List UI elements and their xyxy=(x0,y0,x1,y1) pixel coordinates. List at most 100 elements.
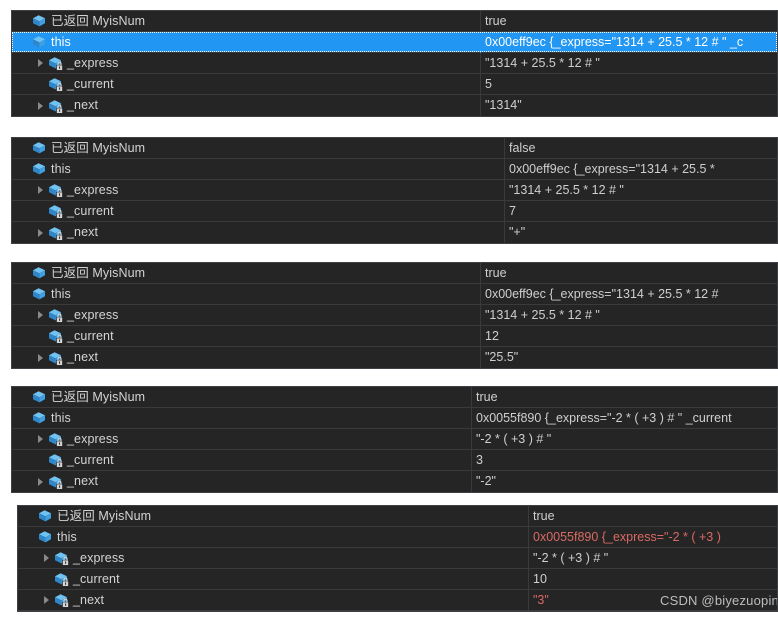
variable-name-cell[interactable]: _current xyxy=(18,569,528,590)
variable-value-cell[interactable]: true xyxy=(528,506,777,527)
variable-name-cell[interactable]: _express xyxy=(18,548,528,569)
variable-value-cell[interactable]: 0x0055f890 {_express="-2 * ( +3 ) # " _c… xyxy=(471,407,777,429)
debugger-variables-panel[interactable]: 已返回 MyisNum true this 0x00eff9ec {_express=… xyxy=(11,10,778,117)
variable-row[interactable]: 已返回 MyisNum false xyxy=(12,138,777,159)
variable-value-cell[interactable]: "3" xyxy=(528,589,777,611)
variable-row[interactable]: this 0x0055f890 {_express="-2 * ( +3 ) xyxy=(18,526,777,548)
variable-value-cell[interactable]: "25.5" xyxy=(480,347,777,368)
variable-row[interactable]: _express "1314 + 25.5 * 12 # " xyxy=(12,179,777,201)
private-field-cube-icon xyxy=(47,76,63,92)
variable-name-cell[interactable]: _next xyxy=(18,590,528,611)
variable-value-cell[interactable]: "1314 + 25.5 * 12 # " xyxy=(480,52,777,74)
variable-name-cell[interactable]: this xyxy=(12,159,504,180)
variable-value-cell[interactable]: "+" xyxy=(504,222,777,243)
debugger-variables-panel[interactable]: 已返回 MyisNum true this 0x0055f890 {_express=… xyxy=(11,386,778,493)
expand-chevron-icon[interactable] xyxy=(34,222,47,243)
variable-name-cell[interactable]: _current xyxy=(12,74,480,95)
expand-chevron-icon[interactable] xyxy=(34,95,47,116)
variable-name-cell[interactable]: this xyxy=(12,408,471,429)
variable-row[interactable]: 已返回 MyisNum true xyxy=(12,387,777,408)
variable-name-cell[interactable]: _current xyxy=(12,326,480,347)
variable-row[interactable]: _express "1314 + 25.5 * 12 # " xyxy=(12,52,777,74)
variable-name-label: 已返回 MyisNum xyxy=(57,508,152,523)
variable-value-cell[interactable]: 0x00eff9ec {_express="1314 + 25.5 * 12 #… xyxy=(480,31,777,53)
variable-name-cell[interactable]: 已返回 MyisNum xyxy=(12,11,480,32)
variable-row[interactable]: this 0x00eff9ec {_express="1314 + 25.5 * … xyxy=(12,283,777,305)
variable-value-cell[interactable]: true xyxy=(471,387,777,408)
variable-name-cell[interactable]: _next xyxy=(12,95,480,116)
variable-value-cell[interactable]: "1314 + 25.5 * 12 # " xyxy=(504,179,777,201)
expand-chevron-icon[interactable] xyxy=(34,471,47,492)
variable-row[interactable]: 已返回 MyisNum true xyxy=(18,506,777,527)
variable-value-cell[interactable]: true xyxy=(480,263,777,284)
variable-row[interactable]: _current 12 xyxy=(12,325,777,347)
variable-value-cell[interactable]: "-2 * ( +3 ) # " xyxy=(471,428,777,450)
variable-name-cell[interactable]: _next xyxy=(12,347,480,368)
variable-value-cell[interactable]: 12 xyxy=(480,325,777,347)
variable-name-cell[interactable]: _current xyxy=(12,201,504,222)
expand-chevron-icon[interactable] xyxy=(34,53,47,74)
variable-row[interactable]: _next "1314" xyxy=(12,95,777,116)
variable-value-cell[interactable]: 5 xyxy=(480,73,777,95)
variable-name-cell[interactable]: _express xyxy=(12,429,471,450)
variable-name-cell[interactable]: 已返回 MyisNum xyxy=(12,138,504,159)
expand-chevron-icon[interactable] xyxy=(34,180,47,201)
variable-value-cell[interactable]: 0x00eff9ec {_express="1314 + 25.5 * xyxy=(504,158,777,180)
variable-value-cell[interactable]: true xyxy=(480,11,777,32)
debugger-variables-panel[interactable]: 已返回 MyisNum true this 0x00eff9ec {_express=… xyxy=(11,262,778,369)
variable-value-cell[interactable]: 3 xyxy=(471,449,777,471)
variable-name-label: _current xyxy=(67,76,114,91)
variable-name-cell[interactable]: _express xyxy=(12,180,504,201)
debugger-variables-panel[interactable]: 已返回 MyisNum false this 0x00eff9ec {_express… xyxy=(11,137,778,244)
variable-row[interactable]: _current 7 xyxy=(12,200,777,222)
variable-name-cell[interactable]: _express xyxy=(12,53,480,74)
variable-row[interactable]: _next "-2" xyxy=(12,471,777,492)
variable-row[interactable]: _express "1314 + 25.5 * 12 # " xyxy=(12,304,777,326)
variable-row[interactable]: _next "3" xyxy=(18,589,777,611)
private-field-cube-icon xyxy=(53,592,69,608)
expand-chevron-icon[interactable] xyxy=(40,590,53,611)
variable-name-cell[interactable]: 已返回 MyisNum xyxy=(12,263,480,284)
variable-value-cell[interactable]: 0x0055f890 {_express="-2 * ( +3 ) xyxy=(528,526,777,548)
variable-value-cell[interactable]: "1314 + 25.5 * 12 # " xyxy=(480,304,777,326)
variable-value-cell[interactable]: "-2 * ( +3 ) # " xyxy=(528,547,777,569)
variable-name-cell[interactable]: this xyxy=(12,32,480,53)
variable-row[interactable]: _current 3 xyxy=(12,449,777,471)
variable-name-cell[interactable]: 已返回 MyisNum xyxy=(18,506,528,527)
variable-value-cell[interactable]: 10 xyxy=(528,568,777,590)
variable-name-cell[interactable]: _express xyxy=(12,305,480,326)
variable-value-cell[interactable]: 7 xyxy=(504,200,777,222)
variable-row[interactable]: _express "-2 * ( +3 ) # " xyxy=(18,547,777,569)
expand-chevron-icon[interactable] xyxy=(34,305,47,326)
variable-row[interactable]: 已返回 MyisNum true xyxy=(12,11,777,32)
variable-name-cell[interactable]: _next xyxy=(12,471,471,492)
variable-name-cell[interactable]: _next xyxy=(12,222,504,243)
expand-chevron-icon[interactable] xyxy=(40,548,53,569)
variable-row[interactable]: this 0x0055f890 {_express="-2 * ( +3 ) # … xyxy=(12,407,777,429)
variable-row[interactable]: _current 10 xyxy=(18,568,777,590)
variable-value-cell[interactable]: "-2" xyxy=(471,471,777,492)
variable-value-cell[interactable]: "1314" xyxy=(480,95,777,116)
variable-row[interactable]: this 0x00eff9ec {_express="1314 + 25.5 * … xyxy=(12,31,777,53)
variable-name-cell[interactable]: this xyxy=(18,527,528,548)
variable-row[interactable]: _express "-2 * ( +3 ) # " xyxy=(12,428,777,450)
variable-name-cell[interactable]: this xyxy=(12,284,480,305)
expand-chevron-icon[interactable] xyxy=(34,429,47,450)
expand-chevron-icon[interactable] xyxy=(34,347,47,368)
variable-row[interactable]: _current 5 xyxy=(12,73,777,95)
variable-name-label: _next xyxy=(67,98,99,112)
variable-row[interactable]: 已返回 MyisNum true xyxy=(12,263,777,284)
variable-row[interactable]: _next "+" xyxy=(12,222,777,243)
variable-row[interactable]: _next "25.5" xyxy=(12,347,777,368)
variable-value-cell[interactable]: false xyxy=(504,138,777,159)
variable-value-cell[interactable]: 0x00eff9ec {_express="1314 + 25.5 * 12 # xyxy=(480,283,777,305)
variable-name-label: _next xyxy=(73,592,105,607)
variable-name-cell[interactable]: 已返回 MyisNum xyxy=(12,387,471,408)
variable-name-cell[interactable]: _current xyxy=(12,450,471,471)
variable-row[interactable]: this 0x00eff9ec {_express="1314 + 25.5 * xyxy=(12,158,777,180)
private-field-cube-icon xyxy=(47,182,63,198)
debugger-variables-panel[interactable]: 已返回 MyisNum true this 0x0055f890 {_express=… xyxy=(17,505,778,612)
